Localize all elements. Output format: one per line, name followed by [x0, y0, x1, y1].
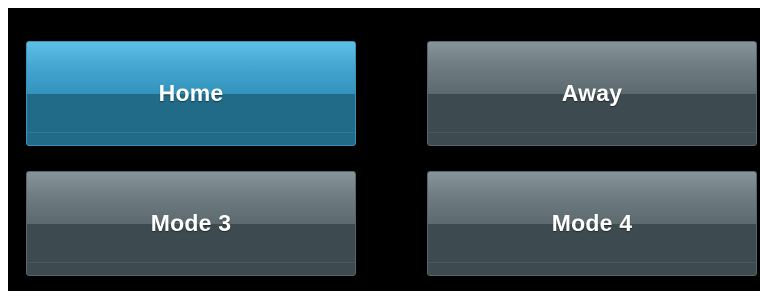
button-bevel-line: [27, 132, 355, 133]
mode-3-button[interactable]: Mode 3: [26, 171, 356, 276]
button-bevel-line: [27, 262, 355, 263]
home-mode-button[interactable]: Home: [26, 41, 356, 146]
mode-selector-panel: Home Away Mode 3 Mode 4: [8, 8, 760, 291]
mode-4-button[interactable]: Mode 4: [427, 171, 757, 276]
away-mode-label: Away: [561, 80, 623, 106]
mode-4-label: Mode 4: [551, 210, 633, 236]
button-bevel-line: [428, 132, 756, 133]
home-mode-label: Home: [158, 80, 224, 106]
button-bevel-line: [428, 262, 756, 263]
away-mode-button[interactable]: Away: [427, 41, 757, 146]
mode-3-label: Mode 3: [150, 210, 232, 236]
